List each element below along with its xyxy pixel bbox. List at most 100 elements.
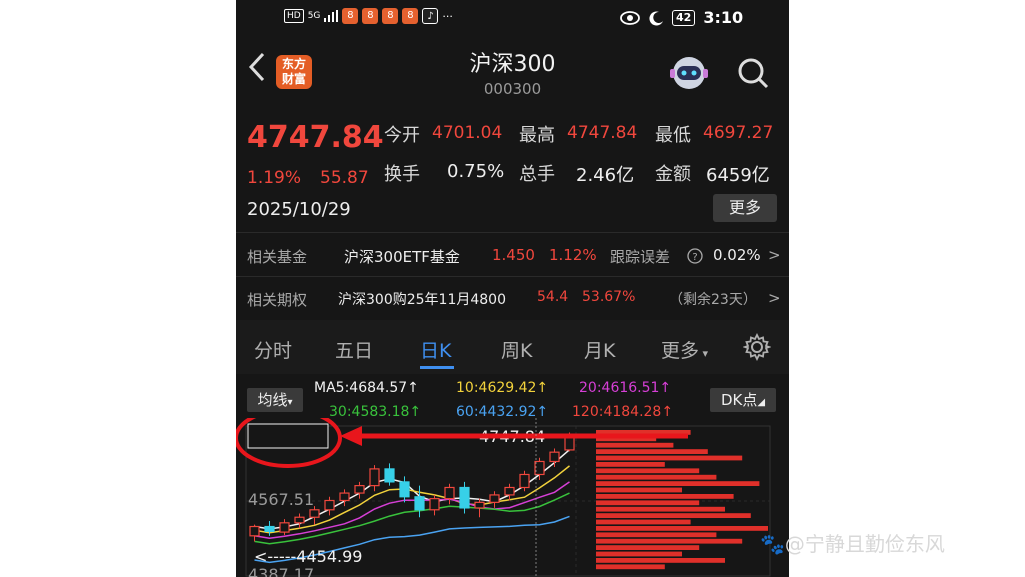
related-option-pct: 53.67%: [582, 289, 636, 305]
signal-label: 5G: [307, 11, 321, 21]
low-label: 最低: [655, 125, 691, 146]
candle-body: [399, 481, 410, 498]
watermark-text: @宁静且勤俭东风: [784, 532, 945, 556]
tab-weekly-k[interactable]: 周K: [501, 336, 532, 363]
tab-more[interactable]: 更多 ▾: [661, 336, 708, 363]
turnover-value: 0.75%: [447, 161, 505, 182]
more-button[interactable]: 更多: [713, 194, 777, 222]
related-fund-pct: 1.12%: [549, 246, 597, 264]
app-notify-icon: 8: [402, 8, 419, 24]
turnover-label: 换手: [384, 164, 420, 185]
settings-gear-icon[interactable]: [743, 333, 771, 361]
candle-body: [549, 451, 560, 463]
corner-icon: ◢: [757, 397, 766, 408]
app-notify-icon: 8: [342, 8, 359, 24]
red-arrow-head: [340, 426, 362, 446]
svg-text:?: ?: [692, 252, 697, 263]
profile-bar: [596, 506, 725, 512]
related-option-remaining: （剩余23天）: [669, 292, 757, 308]
search-icon[interactable]: [736, 56, 770, 90]
profile-bar: [596, 551, 682, 557]
divider: [236, 276, 789, 277]
divider: [236, 232, 789, 233]
candle-body: [339, 492, 350, 502]
tab-intraday[interactable]: 分时: [254, 336, 292, 363]
profile-bar: [596, 558, 725, 563]
ma10-label: 10:4629.42↑: [456, 380, 549, 396]
profile-bar: [596, 545, 700, 550]
related-fund-name[interactable]: 沪深300ETF基金: [344, 246, 460, 267]
tab-five-day[interactable]: 五日: [335, 336, 373, 363]
profile-bar: [596, 538, 743, 544]
profile-bar: [596, 474, 717, 480]
phone-screen: HD 5G 8 8 8 8 ♪ ··· 42 3:10 东方 财富 沪深300 …: [236, 0, 789, 577]
tab-daily-k[interactable]: 日K: [420, 336, 451, 363]
tiktok-icon: ♪: [422, 8, 439, 24]
app-notify-icon: 8: [362, 8, 379, 24]
candle-body: [369, 468, 380, 487]
candle-body: [309, 509, 320, 518]
candle-body: [279, 522, 290, 533]
app-notify-icon: 8: [382, 8, 399, 24]
open-label: 今开: [384, 125, 420, 146]
profile-bar: [596, 462, 665, 467]
tracking-error-value: 0.02%: [713, 246, 761, 264]
status-bar-right: 42 3:10: [620, 8, 743, 27]
battery-indicator: 42: [672, 9, 696, 26]
low-marker: <-----4454.99: [254, 547, 362, 566]
profile-bar: [596, 442, 674, 448]
candle-body: [414, 496, 425, 511]
amount-value: 6459亿: [706, 165, 770, 186]
volume-label: 总手: [519, 164, 555, 185]
tab-monthly-k[interactable]: 月K: [584, 336, 615, 363]
profile-bar: [596, 513, 751, 518]
candle-body: [324, 499, 335, 511]
quote-date: 2025/10/29: [247, 199, 351, 220]
candle-body: [474, 501, 485, 509]
dk-point-label: DK点: [720, 391, 758, 409]
last-price: 4747.84: [247, 120, 384, 155]
dk-point-button[interactable]: DK点◢: [710, 388, 776, 412]
open-value: 4701.04: [432, 123, 503, 143]
candle-body: [429, 498, 440, 511]
profile-bar: [596, 468, 700, 474]
chevron-right-icon[interactable]: >: [768, 246, 781, 264]
ma5-label: MA5:4684.57↑: [314, 380, 419, 396]
candle-body: [354, 485, 365, 494]
clock: 3:10: [703, 8, 744, 27]
high-label: 最高: [519, 125, 555, 146]
crosshair-price-box: [247, 423, 329, 449]
chevron-right-icon[interactable]: >: [768, 289, 781, 307]
related-fund-label: 相关基金: [247, 248, 308, 266]
watermark: 🐾@宁静且勤俭东风: [760, 528, 945, 557]
moon-icon: [649, 11, 663, 26]
help-icon[interactable]: ?: [687, 248, 703, 264]
related-fund-price: 1.450: [492, 246, 535, 264]
related-option-name[interactable]: 沪深300购25年11月4800: [338, 289, 506, 309]
high-value: 4747.84: [567, 123, 638, 143]
amount-label: 金额: [655, 164, 691, 185]
candle-body: [519, 473, 530, 489]
change-percent: 1.19%: [247, 168, 302, 188]
profile-bar: [596, 494, 734, 499]
candle-body: [294, 516, 305, 524]
ma-selector-label: 均线: [257, 391, 288, 409]
candle-body: [444, 486, 455, 500]
kline-chart[interactable]: 4567.51<-----4454.994387.174747.844726.6…: [236, 418, 789, 577]
candle-body: [384, 468, 395, 483]
ma20-label: 20:4616.51↑: [579, 380, 672, 396]
profile-bar: [596, 449, 708, 454]
profile-bar: [596, 500, 700, 506]
profile-bar: [596, 487, 682, 493]
caret-down-icon: ▾: [699, 347, 709, 360]
eye-icon: [620, 10, 640, 25]
robot-assistant-icon[interactable]: [668, 54, 710, 92]
profile-bar: [596, 526, 768, 531]
related-option-price: 54.4: [537, 289, 569, 305]
paw-icon: 🐾: [760, 532, 785, 556]
ma-selector[interactable]: 均线▾: [247, 388, 303, 412]
volume-value: 2.46亿: [576, 165, 635, 186]
candle-body: [264, 525, 275, 532]
profile-bar: [596, 532, 717, 538]
profile-bar: [596, 519, 691, 525]
